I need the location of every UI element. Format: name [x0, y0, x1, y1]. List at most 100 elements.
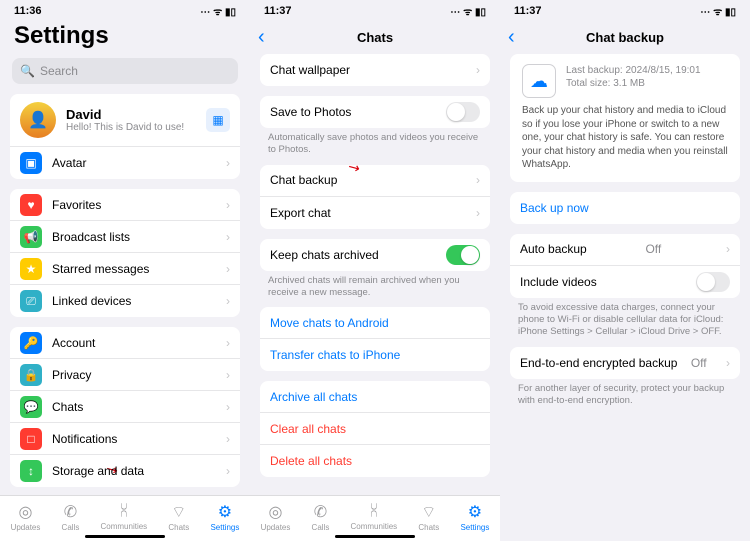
search-input[interactable]: 🔍 Search	[12, 58, 238, 84]
tab-label: Communities	[101, 522, 148, 531]
data-caption: To avoid excessive data charges, connect…	[500, 302, 750, 347]
phone-chat-backup: 11:37 ⋯ ᯤ ▮▯ ‹ Chat backup ☁︎ Last backu…	[500, 0, 750, 541]
row-label: Save to Photos	[270, 105, 351, 119]
save-photos-row[interactable]: Save to Photos	[260, 96, 490, 128]
status-time: 11:36	[14, 5, 42, 17]
tab-settings[interactable]: ⚙Settings	[460, 502, 489, 532]
tab-updates[interactable]: ◎Updates	[261, 502, 291, 532]
row-label: Back up now	[520, 201, 589, 215]
keep-archived-toggle[interactable]	[446, 245, 480, 265]
star-icon: ★	[20, 258, 42, 280]
tab-calls[interactable]: ✆Calls	[312, 502, 330, 532]
tab-label: Settings	[210, 523, 239, 532]
move-android-row[interactable]: Move chats to Android	[260, 307, 490, 339]
delete-all-row[interactable]: Delete all chats	[260, 445, 490, 477]
row-label: Keep chats archived	[270, 248, 379, 262]
chats-icon: ⌔	[171, 502, 186, 522]
devices-icon: ⎚	[20, 290, 42, 312]
tab-communities[interactable]: ⩆Communities	[101, 503, 148, 531]
nav-title: Chats	[357, 30, 393, 45]
backup-description: Back up your chat history and media to i…	[522, 104, 728, 172]
chat-backup-row[interactable]: Chat backup›↘	[260, 165, 490, 197]
export-chat-row[interactable]: Export chat›	[260, 197, 490, 229]
row-label: Favorites	[52, 198, 101, 212]
broadcast-icon: 📢	[20, 226, 42, 248]
row-label: End-to-end encrypted backup	[520, 356, 677, 370]
storage-row[interactable]: ↕Storage and data›	[10, 455, 240, 487]
chevron-icon: ›	[226, 262, 230, 276]
tab-chats[interactable]: ⌔Chats	[168, 502, 189, 532]
tab-calls[interactable]: ✆Calls	[62, 502, 80, 532]
include-videos-row[interactable]: Include videos	[510, 266, 740, 298]
row-label: Linked devices	[52, 294, 131, 308]
cloud-icon: ☁︎	[522, 64, 556, 98]
search-placeholder: Search	[40, 64, 78, 78]
privacy-row[interactable]: 🔒Privacy›	[10, 359, 240, 391]
chevron-icon: ›	[726, 356, 730, 370]
home-indicator	[335, 535, 415, 538]
chats-icon: ⌔	[421, 502, 436, 522]
back-button[interactable]: ‹	[258, 26, 265, 49]
row-label: Include videos	[520, 275, 597, 289]
chat-wallpaper-row[interactable]: Chat wallpaper›	[260, 54, 490, 86]
status-icons: ⋯ ᯤ ▮▯	[200, 4, 236, 18]
row-label: Export chat	[270, 206, 331, 220]
transfer-iphone-row[interactable]: Transfer chats to iPhone	[260, 339, 490, 371]
tab-communities[interactable]: ⩆Communities	[351, 503, 398, 531]
tab-chats[interactable]: ⌔Chats	[418, 502, 439, 532]
status-bar: 11:37 ⋯ ᯤ ▮▯	[250, 0, 500, 20]
lock-icon: 🔒	[20, 364, 42, 386]
avatar-row[interactable]: ▣ Avatar ›	[10, 147, 240, 179]
back-button[interactable]: ‹	[508, 26, 515, 49]
nav-title: Chat backup	[586, 30, 664, 45]
include-videos-toggle[interactable]	[696, 272, 730, 292]
page-title: Settings	[0, 20, 250, 56]
qr-icon[interactable]: ▦	[206, 108, 230, 132]
tab-label: Communities	[351, 522, 398, 531]
e2e-backup-row[interactable]: End-to-end encrypted backupOff›	[510, 347, 740, 379]
avatar-icon: ▣	[20, 152, 42, 174]
notifications-row[interactable]: □Notifications›	[10, 423, 240, 455]
row-label: Chats	[52, 400, 83, 414]
profile-name: David	[66, 107, 184, 122]
keep-archived-row[interactable]: Keep chats archived	[260, 239, 490, 271]
communities-icon: ⩆	[370, 503, 377, 521]
auto-backup-row[interactable]: Auto backupOff›	[510, 234, 740, 266]
chevron-icon: ›	[226, 368, 230, 382]
storage-icon: ↕	[20, 460, 42, 482]
row-label: Auto backup	[520, 242, 587, 256]
search-icon: 🔍	[20, 64, 35, 78]
tab-settings[interactable]: ⚙Settings	[210, 502, 239, 532]
chats-row[interactable]: 💬Chats›↘	[10, 391, 240, 423]
phone-chats: 11:37 ⋯ ᯤ ▮▯ ‹ Chats Chat wallpaper› Sav…	[250, 0, 500, 541]
arrow-annotation: ↘	[345, 165, 364, 178]
row-label: Chat wallpaper	[270, 63, 350, 77]
settings-icon: ⚙	[218, 502, 232, 522]
archive-all-row[interactable]: Archive all chats	[260, 381, 490, 413]
row-label: Archive all chats	[270, 390, 357, 404]
row-label: Notifications	[52, 432, 117, 446]
nav-bar: ‹ Chat backup	[500, 20, 750, 54]
home-indicator	[85, 535, 165, 538]
favorites-row[interactable]: ♥Favorites›	[10, 189, 240, 221]
broadcast-row[interactable]: 📢Broadcast lists›	[10, 221, 240, 253]
account-row[interactable]: 🔑Account›	[10, 327, 240, 359]
tab-label: Calls	[62, 523, 80, 532]
status-time: 11:37	[514, 5, 542, 17]
profile-status: Hello! This is David to use!	[66, 122, 184, 133]
chevron-icon: ›	[226, 198, 230, 212]
starred-row[interactable]: ★Starred messages›	[10, 253, 240, 285]
chevron-icon: ›	[226, 156, 230, 170]
status-time: 11:37	[264, 5, 292, 17]
save-photos-caption: Automatically save photos and videos you…	[250, 132, 500, 165]
save-photos-toggle[interactable]	[446, 102, 480, 122]
backup-now-row[interactable]: Back up now	[510, 192, 740, 224]
clear-all-row[interactable]: Clear all chats	[260, 413, 490, 445]
bell-icon: □	[20, 428, 42, 450]
tab-label: Calls	[312, 523, 330, 532]
profile-row[interactable]: 👤 David Hello! This is David to use! ▦	[10, 94, 240, 147]
calls-icon: ✆	[314, 502, 327, 522]
tab-updates[interactable]: ◎Updates	[11, 502, 41, 532]
linked-devices-row[interactable]: ⎚Linked devices›	[10, 285, 240, 317]
avatar: 👤	[20, 102, 56, 138]
